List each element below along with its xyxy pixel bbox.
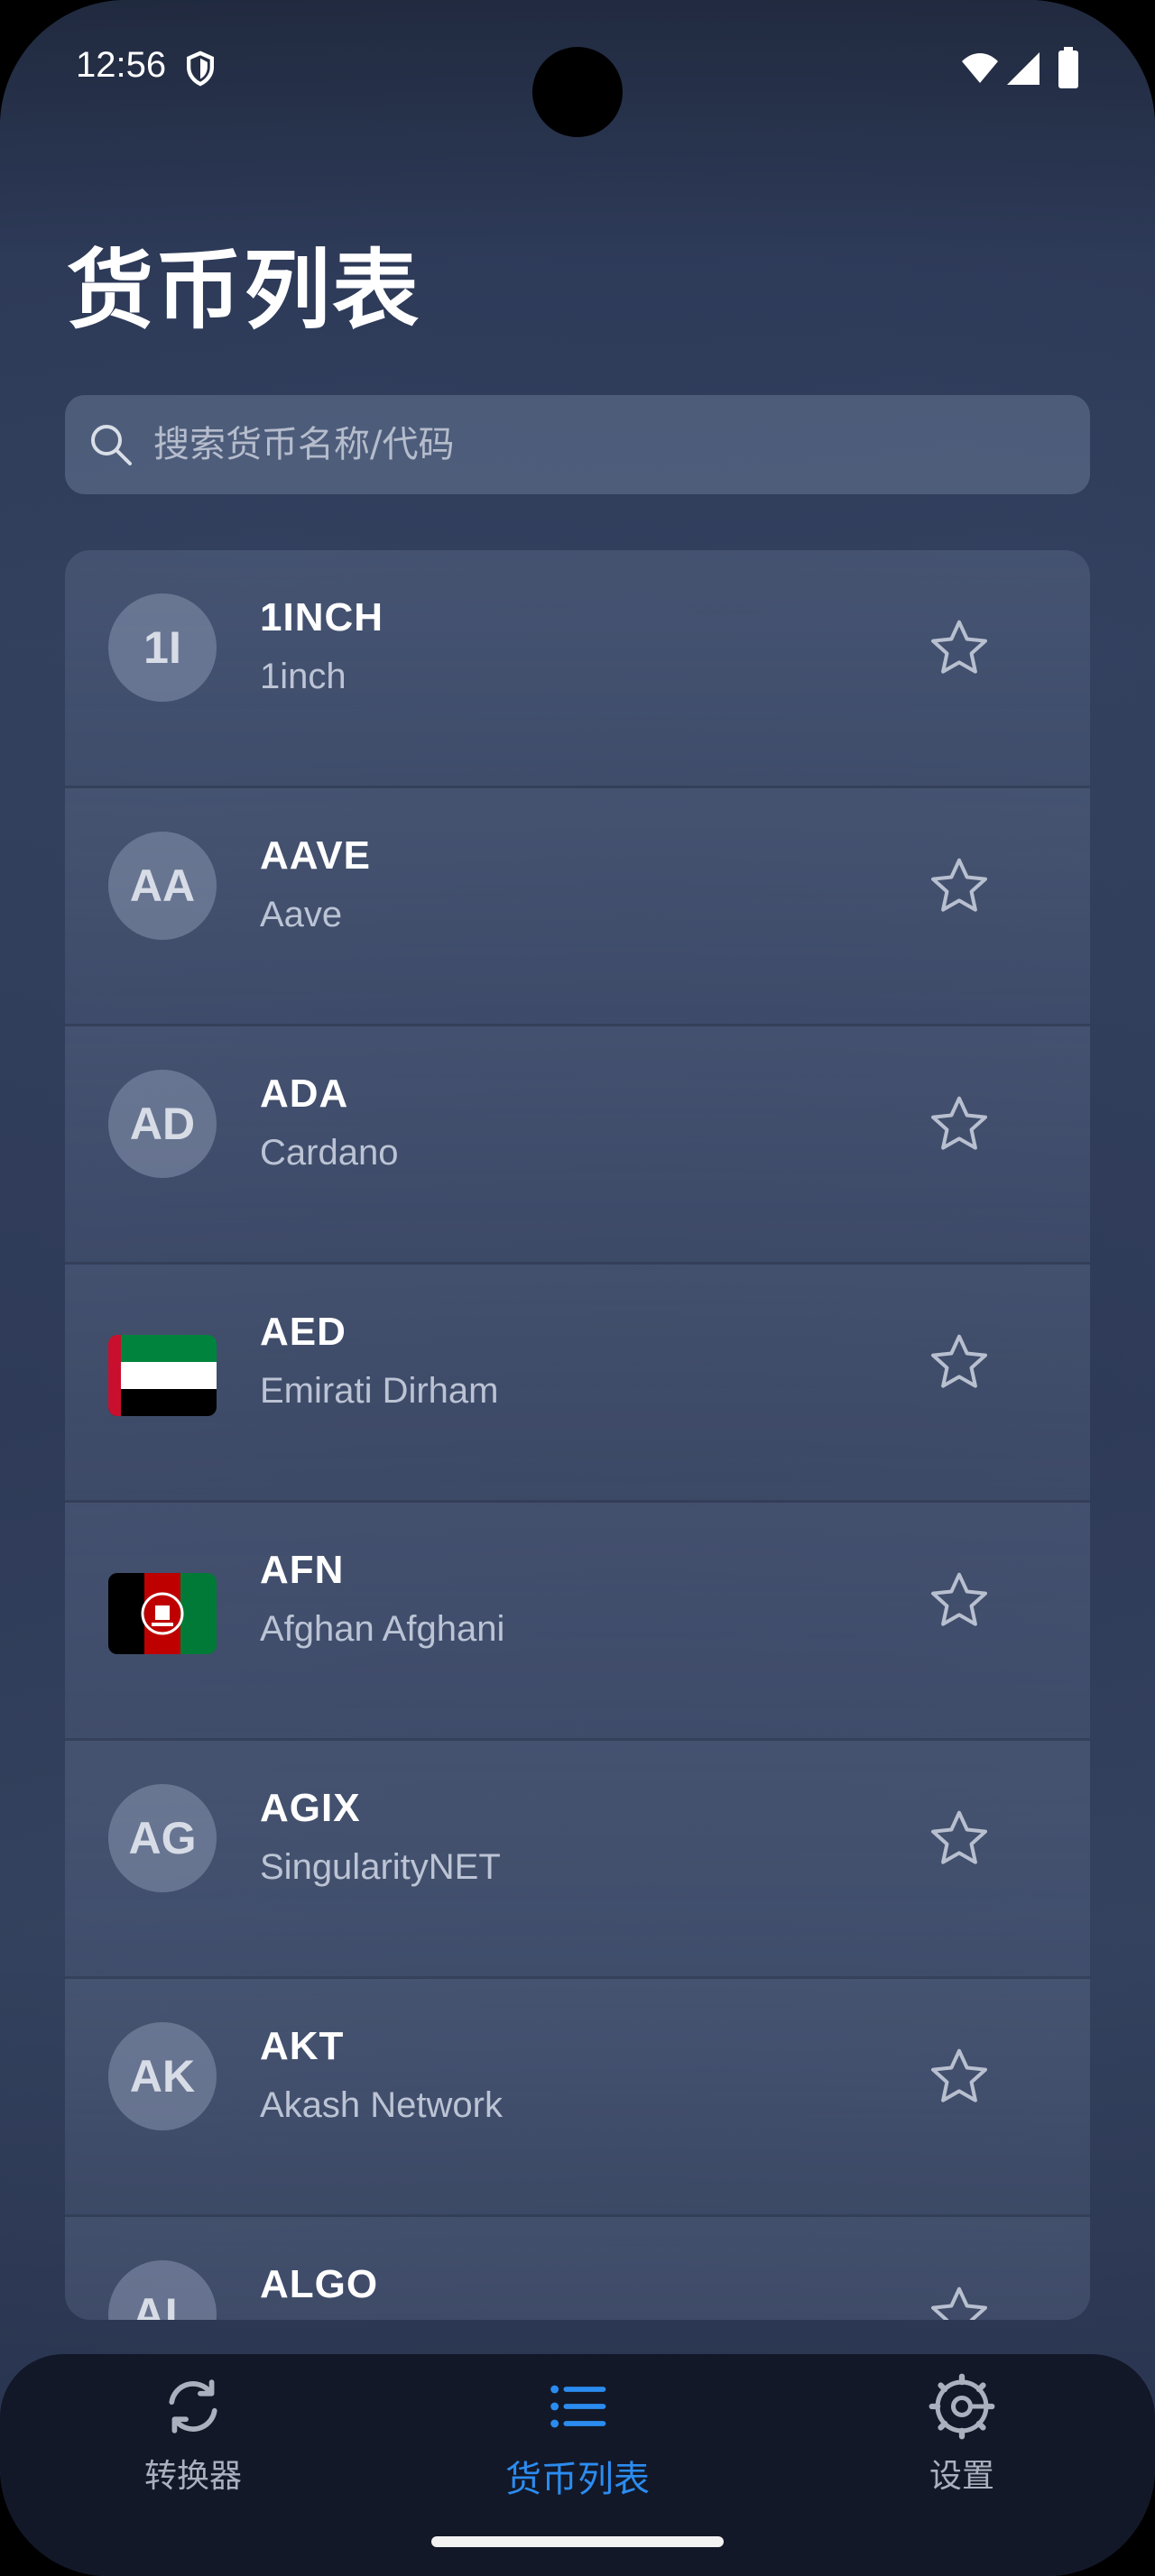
search-input[interactable] — [153, 424, 1090, 465]
currency-row-algo[interactable]: AL ALGO — [65, 2217, 1090, 2320]
settings-icon — [929, 2373, 995, 2440]
uae-flag-icon — [108, 1335, 217, 1416]
currency-name: 1inch — [260, 657, 346, 696]
currency-avatar: AD — [108, 1070, 217, 1178]
currency-list[interactable]: 1I 1INCH 1inch AA AAVE Aave AD ADA Carda… — [65, 550, 1090, 2320]
list-icon — [550, 2385, 606, 2428]
wifi-icon — [962, 53, 998, 83]
star-icon[interactable] — [926, 2044, 993, 2111]
nav-label: 设置 — [929, 2458, 994, 2495]
battery-icon — [1058, 47, 1078, 88]
currency-name: Akash Network — [260, 2085, 503, 2125]
star-icon[interactable] — [926, 1091, 993, 1158]
currency-code: AGIX — [260, 1786, 361, 1830]
star-icon[interactable] — [926, 1568, 993, 1634]
nav-item-settings[interactable]: 设置 — [827, 2372, 1097, 2497]
home-indicator[interactable] — [431, 2536, 724, 2547]
currency-name: SingularityNET — [260, 1847, 501, 1887]
currency-row-akt[interactable]: AK AKT Akash Network — [65, 1979, 1090, 2217]
refresh-icon — [169, 2379, 217, 2433]
status-time: 12:56 — [76, 45, 167, 85]
currency-row-ada[interactable]: AD ADA Cardano — [65, 1026, 1090, 1265]
currency-row-aed[interactable]: AED Emirati Dirham — [65, 1265, 1090, 1503]
star-icon[interactable] — [926, 1329, 993, 1396]
nav-label: 货币列表 — [505, 2459, 650, 2500]
nav-item-converter[interactable]: 转换器 — [58, 2372, 328, 2497]
currency-code: AFN — [260, 1548, 345, 1592]
currency-name: Cardano — [260, 1133, 399, 1173]
currency-name: Aave — [260, 895, 343, 934]
star-icon[interactable] — [926, 615, 993, 682]
currency-code: AED — [260, 1310, 346, 1354]
star-icon[interactable] — [926, 2282, 993, 2320]
currency-row-1inch[interactable]: 1I 1INCH 1inch — [65, 550, 1090, 788]
currency-avatar: 1I — [108, 593, 217, 702]
currency-code: ALGO — [260, 2262, 379, 2306]
currency-avatar: AA — [108, 832, 217, 940]
star-icon[interactable] — [926, 1806, 993, 1872]
nav-item-currency-list[interactable]: 货币列表 — [442, 2372, 713, 2502]
currency-code: ADA — [260, 1072, 349, 1116]
currency-name: Afghan Afghani — [260, 1609, 505, 1649]
currency-name: Emirati Dirham — [260, 1371, 499, 1411]
star-icon[interactable] — [926, 853, 993, 920]
currency-row-agix[interactable]: AG AGIX SingularityNET — [65, 1741, 1090, 1979]
page-title: 货币列表 — [67, 240, 420, 341]
currency-avatar: AG — [108, 1784, 217, 1892]
phone-screen: 12:56 货币列表 1I — [0, 0, 1155, 2576]
afghanistan-flag-icon — [108, 1573, 217, 1654]
currency-code: 1INCH — [260, 595, 384, 639]
nav-label: 转换器 — [143, 2458, 242, 2495]
currency-code: AKT — [260, 2024, 345, 2068]
currency-avatar: AL — [108, 2260, 217, 2320]
shield-icon — [187, 51, 214, 87]
currency-row-aave[interactable]: AA AAVE Aave — [65, 788, 1090, 1026]
currency-row-afn[interactable]: AFN Afghan Afghani — [65, 1503, 1090, 1741]
search-icon — [91, 425, 132, 465]
currency-code: AAVE — [260, 833, 371, 878]
front-camera — [532, 47, 623, 137]
search-bar[interactable] — [65, 395, 1090, 494]
currency-avatar: AK — [108, 2022, 217, 2130]
signal-icon — [1007, 52, 1040, 85]
